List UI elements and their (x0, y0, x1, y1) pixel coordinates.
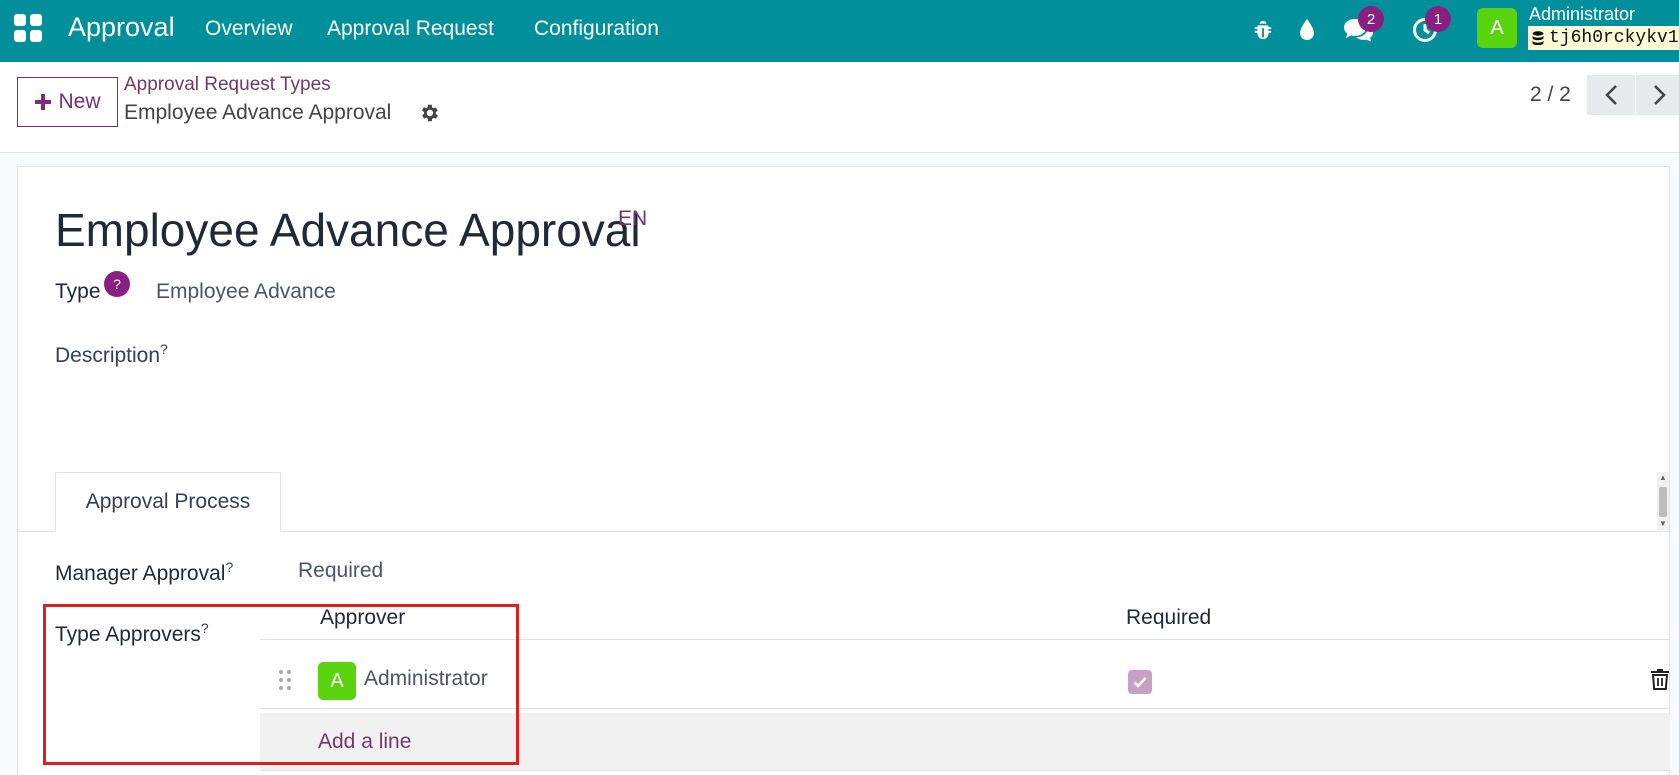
manager-approval-label: Manager Approval? (55, 559, 233, 586)
gear-icon[interactable] (418, 102, 440, 124)
type-approvers-label: Type Approvers? (55, 620, 209, 647)
activities-count-badge: 1 (1425, 6, 1451, 32)
pager-value[interactable]: 2 / 2 (1530, 83, 1571, 107)
description-label: Description? (55, 341, 168, 368)
drag-handle-icon[interactable] (278, 669, 292, 691)
description-help-icon[interactable]: ? (160, 341, 168, 357)
manager-approval-help-icon[interactable]: ? (225, 559, 233, 575)
scroll-up-icon[interactable]: ▲ (1659, 474, 1667, 482)
scrollbar-thumb[interactable] (1659, 487, 1667, 517)
approver-name[interactable]: Administrator (364, 667, 488, 691)
tab-approval-process[interactable]: Approval Process (55, 472, 281, 532)
messages-count-badge: 2 (1358, 6, 1384, 32)
new-button[interactable]: New (17, 77, 118, 127)
column-approver[interactable]: Approver (320, 606, 405, 630)
chevron-left-icon (1605, 85, 1617, 105)
menu-approval-request[interactable]: Approval Request (327, 17, 494, 41)
plus-icon (35, 94, 52, 110)
top-navbar: Approval Overview Approval Request Confi… (0, 0, 1679, 62)
trash-icon[interactable] (1650, 668, 1670, 690)
menu-overview[interactable]: Overview (205, 17, 293, 41)
type-approvers-help-icon[interactable]: ? (201, 620, 209, 636)
database-icon (1532, 31, 1544, 45)
scrollbar[interactable]: ▲ ▼ (1657, 472, 1669, 530)
manager-approval-value[interactable]: Required (298, 559, 383, 583)
breadcrumb-parent[interactable]: Approval Request Types (124, 74, 331, 96)
bug-icon[interactable] (1247, 14, 1279, 46)
scroll-down-icon[interactable]: ▼ (1659, 520, 1667, 528)
type-label: Type (55, 280, 101, 303)
menu-configuration[interactable]: Configuration (534, 17, 659, 41)
type-help-icon[interactable]: ? (104, 271, 130, 297)
approver-avatar: A (318, 662, 356, 700)
activity-clock-icon[interactable]: 1 (1409, 6, 1451, 46)
breadcrumb-current: Employee Advance Approval (124, 101, 392, 124)
control-panel: New Approval Request Types Employee Adva… (0, 62, 1679, 153)
add-line-row: Add a line (260, 713, 1670, 771)
required-checkbox[interactable] (1128, 670, 1152, 694)
manager-approval-label-text: Manager Approval (55, 562, 226, 585)
messages-icon[interactable]: 2 (1342, 6, 1384, 46)
type-approvers-label-text: Type Approvers (55, 623, 201, 646)
table-row[interactable]: A Administrator (260, 651, 1670, 709)
type-value[interactable]: Employee Advance (156, 280, 336, 304)
drop-icon[interactable] (1291, 14, 1323, 46)
database-name-text: tj6h0rckykv1 (1549, 28, 1679, 48)
add-a-line-button[interactable]: Add a line (318, 730, 411, 754)
chevron-right-icon (1654, 85, 1666, 105)
translate-language-button[interactable]: EN (618, 207, 647, 231)
approvers-table-header: Approver Required (260, 594, 1670, 640)
apps-menu-icon[interactable] (14, 14, 42, 42)
check-icon (1133, 677, 1147, 688)
record-title[interactable]: Employee Advance Approval (55, 203, 641, 257)
user-name[interactable]: Administrator (1529, 4, 1635, 25)
new-button-label: New (58, 90, 101, 113)
user-avatar[interactable]: A (1477, 8, 1517, 48)
database-name: tj6h0rckykv1 (1528, 26, 1679, 50)
column-required[interactable]: Required (1126, 606, 1211, 630)
pager-previous-button[interactable] (1587, 75, 1635, 115)
pager-next-button[interactable] (1636, 75, 1679, 115)
app-brand[interactable]: Approval (68, 12, 175, 43)
description-label-text: Description (55, 344, 161, 367)
